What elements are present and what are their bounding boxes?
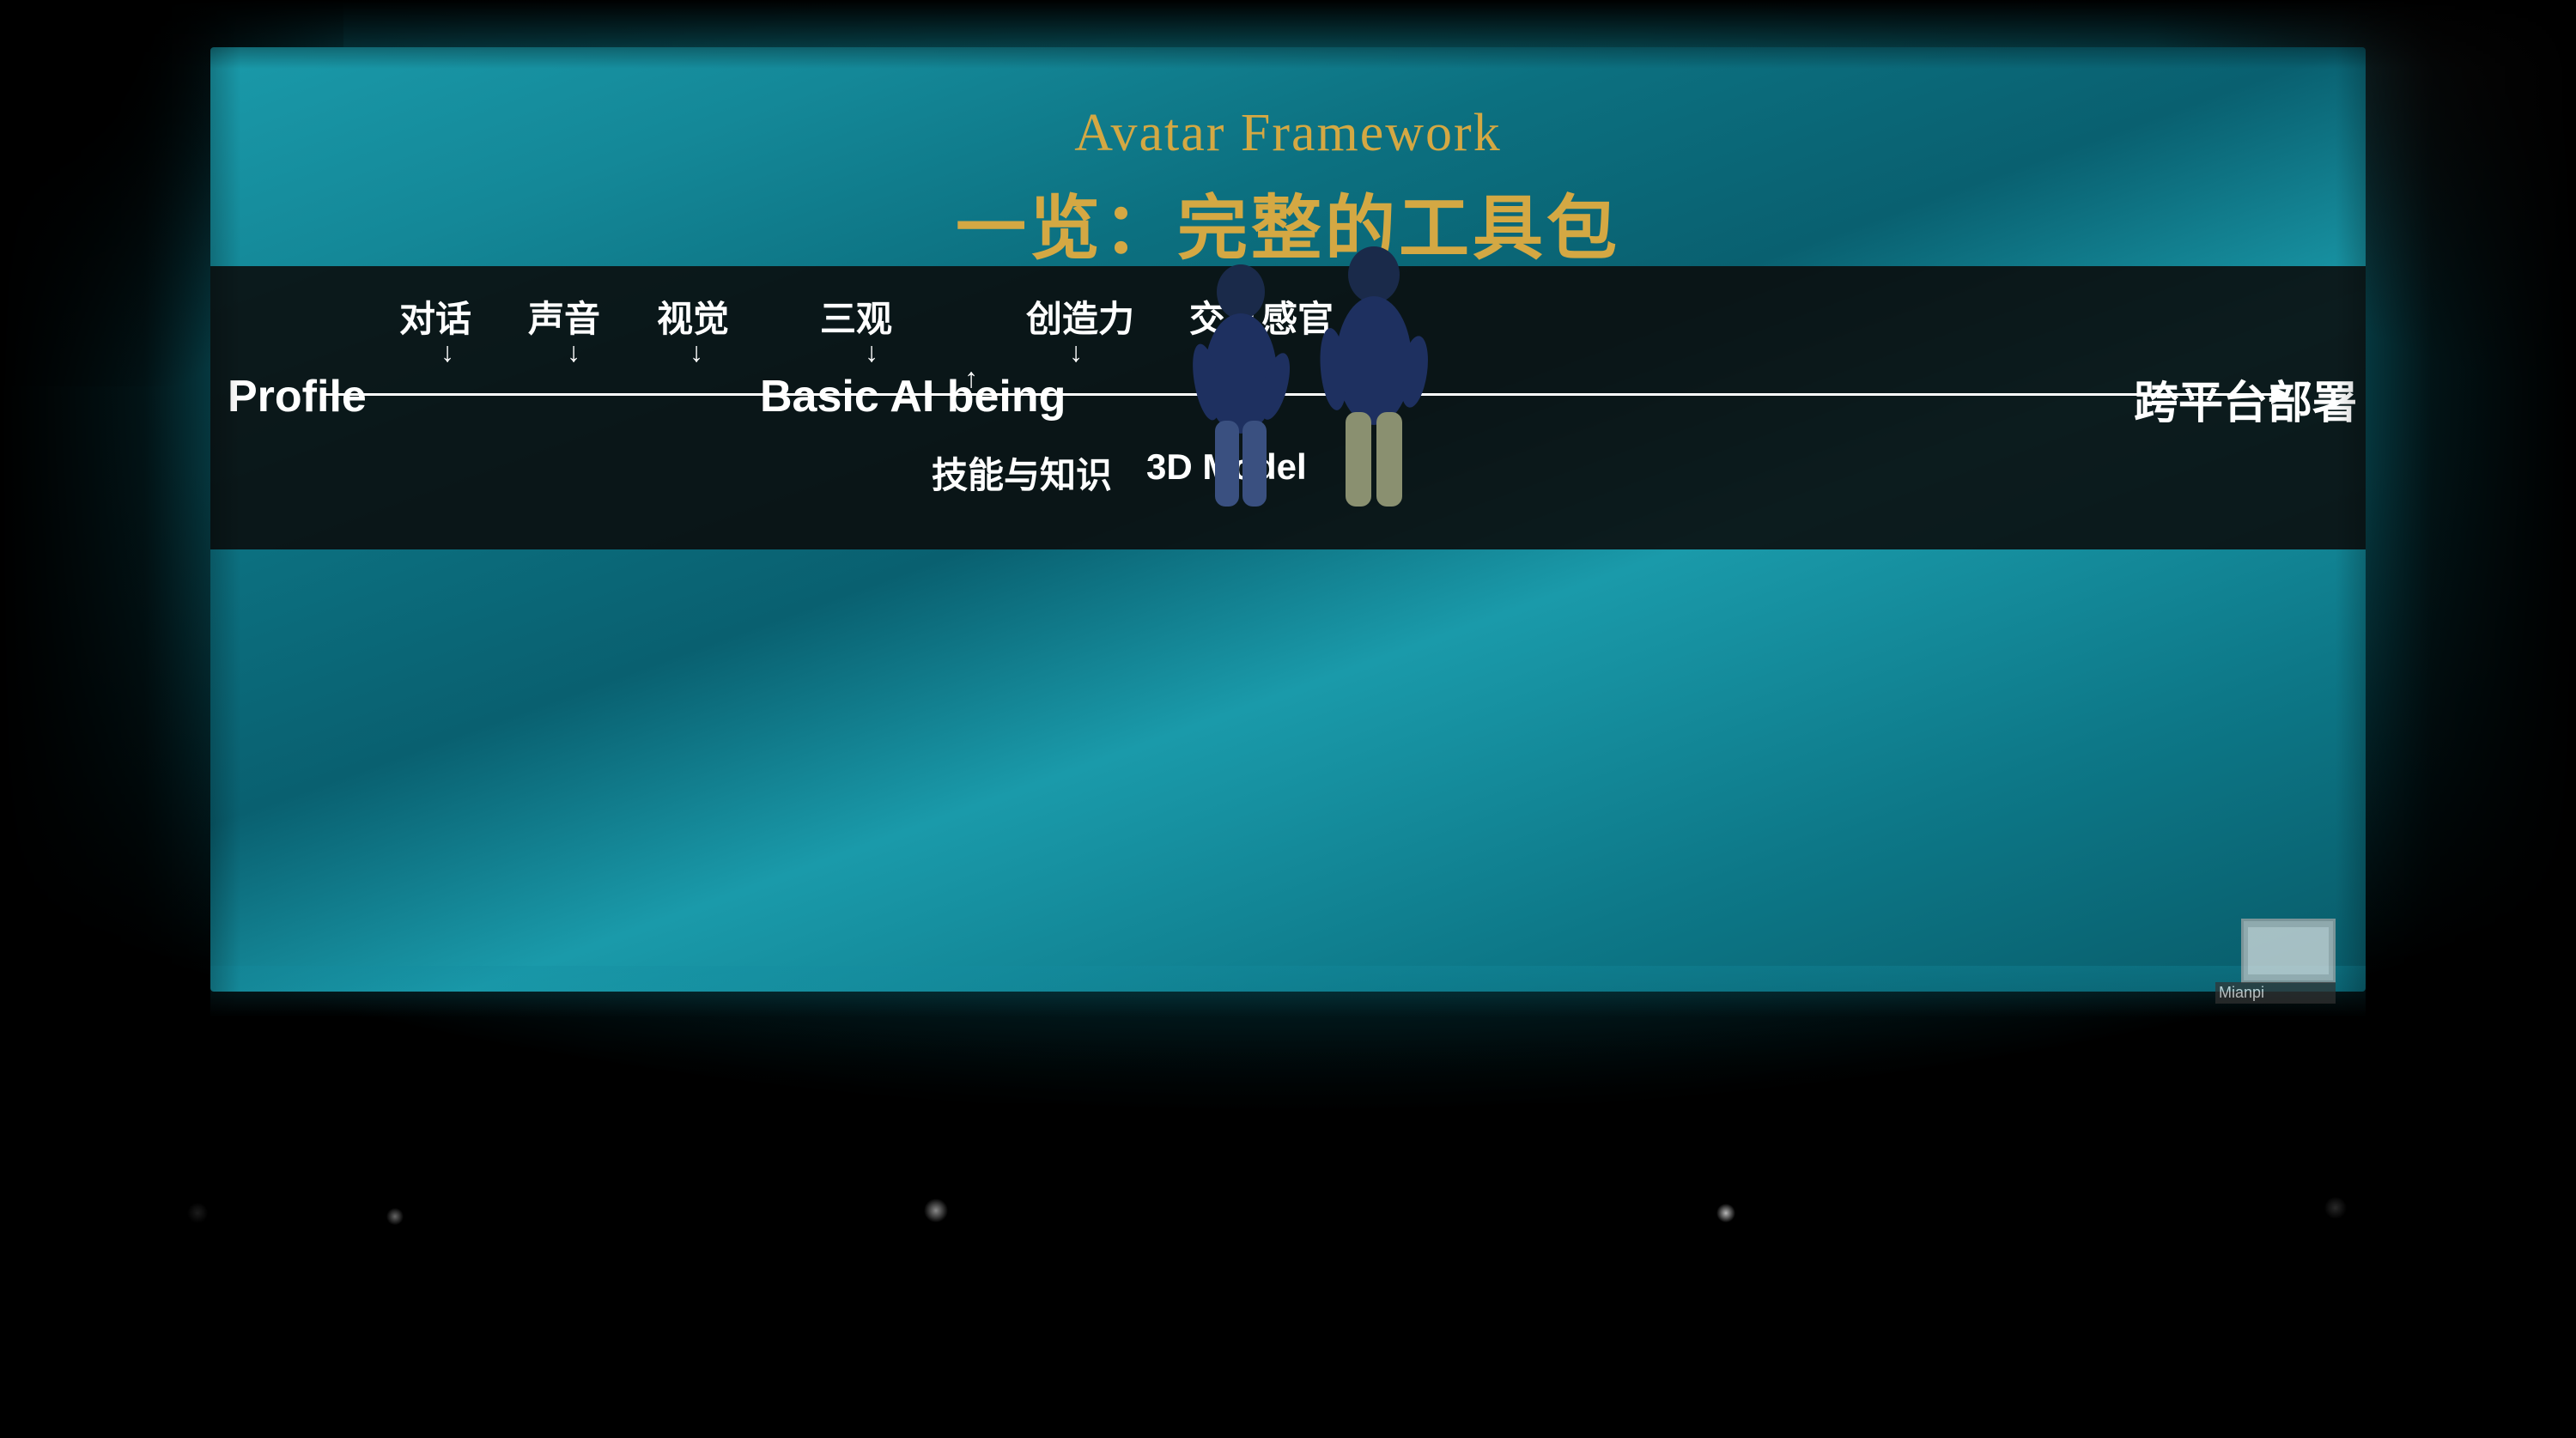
label-basic-ai-being: Basic AI being [760, 371, 1066, 422]
arrow-duihua: ↓ [440, 337, 454, 368]
monitor-brand-label: Mianpi [2215, 982, 2336, 1004]
label-profile: Profile [228, 371, 367, 422]
arrow-shengyin: ↓ [567, 337, 580, 368]
slide-panel: Avatar Framework 一览：完整的工具包 对话 声音 视觉 三观 创… [210, 47, 2366, 992]
scene: Avatar Framework 一览：完整的工具包 对话 声音 视觉 三观 创… [0, 0, 2576, 1438]
presenter-left [1189, 262, 1292, 537]
monitor-display [2241, 919, 2336, 983]
label-sanguan: 三观 [820, 290, 892, 343]
arrow-chuangli: ↓ [1069, 337, 1083, 368]
label-chuangli: 创造力 [1026, 290, 1134, 343]
corner-overlay-br [2061, 1009, 2576, 1438]
arrow-shijue: ↓ [690, 337, 703, 368]
arrow-sanguan: ↓ [865, 337, 878, 368]
presenter-right [1318, 245, 1430, 537]
label-shengyin: 声音 [528, 290, 600, 343]
label-cross-platform: 跨平台部署 [2134, 367, 2357, 431]
slide-title-area: Avatar Framework 一览：完整的工具包 [210, 103, 2366, 273]
slide-title-english: Avatar Framework [210, 103, 2366, 164]
monitor-brand-text: Mianpi [2219, 984, 2264, 1002]
corner-overlay-bl [0, 1009, 515, 1438]
top-dark-overlay [0, 0, 2576, 69]
label-skills-knowledge: 技能与知识 [932, 446, 1112, 499]
label-duihua: 对话 [399, 290, 471, 343]
main-timeline [322, 393, 2288, 396]
label-shijue: 视觉 [657, 290, 729, 343]
slide-title-chinese: 一览：完整的工具包 [210, 171, 2366, 273]
